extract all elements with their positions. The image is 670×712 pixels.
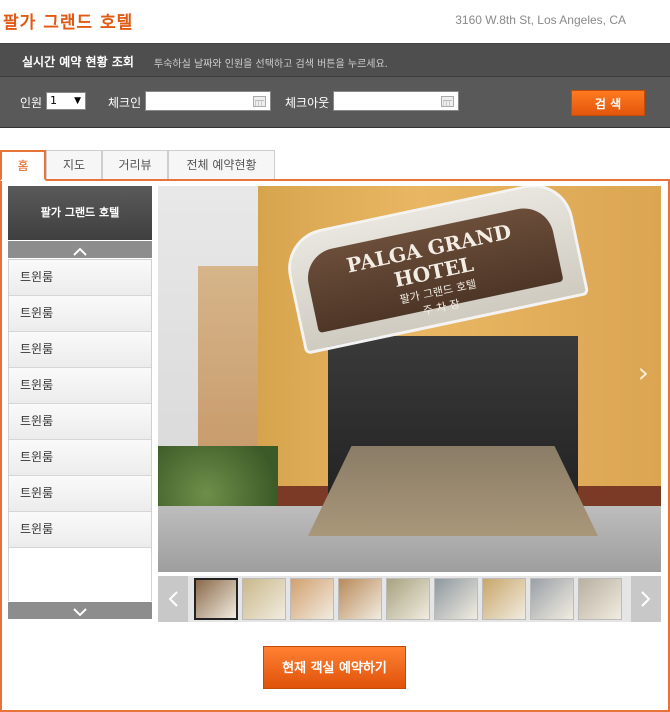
sidebar-heading: 팔가 그랜드 호텔 — [8, 186, 152, 240]
checkin-input[interactable] — [145, 91, 271, 111]
thumbnail[interactable] — [242, 578, 286, 620]
scroll-up-button[interactable] — [8, 241, 152, 258]
room-item[interactable]: 트윈룸 — [9, 404, 151, 440]
room-item[interactable]: 트윈룸 — [9, 440, 151, 476]
chevron-left-icon — [168, 591, 178, 607]
thumbnail[interactable] — [290, 578, 334, 620]
hotel-title: 팔가 그랜드 호텔 — [3, 13, 134, 33]
checkin-label: 체크인 — [108, 96, 142, 110]
chevron-down-icon — [73, 608, 87, 617]
room-list: 트윈룸 트윈룸 트윈룸 트윈룸 트윈룸 트윈룸 트윈룸 트윈룸 — [8, 259, 152, 548]
guests-select[interactable]: 1 ▼ — [46, 92, 86, 110]
calendar-icon[interactable] — [253, 96, 266, 107]
chevron-up-icon — [73, 247, 87, 256]
calendar-icon[interactable] — [441, 96, 454, 107]
room-item[interactable]: 트윈룸 — [9, 332, 151, 368]
room-item[interactable]: 트윈룸 — [9, 260, 151, 296]
scroll-down-button[interactable] — [8, 602, 152, 619]
hotel-address: 3160 W.8th St, Los Angeles, CA — [455, 13, 626, 27]
chevron-right-icon — [641, 591, 651, 607]
next-photo-icon[interactable]: › — [638, 356, 649, 389]
guests-label: 인원 — [20, 96, 43, 110]
room-item[interactable]: 트윈룸 — [9, 368, 151, 404]
room-item[interactable]: 트윈룸 — [9, 512, 151, 548]
thumbnail[interactable] — [434, 578, 478, 620]
thumbnail[interactable] — [482, 578, 526, 620]
search-button[interactable]: 검 색 — [571, 90, 645, 116]
thumbnail[interactable] — [578, 578, 622, 620]
checkout-input[interactable] — [333, 91, 459, 111]
tab-map[interactable]: 지도 — [46, 150, 102, 180]
tab-street-view[interactable]: 거리뷰 — [102, 150, 168, 180]
thumbnail[interactable] — [386, 578, 430, 620]
dropdown-arrow-icon: ▼ — [74, 96, 81, 106]
search-hint: 투숙하실 날짜와 인원을 선택하고 검색 버튼을 누르세요. — [154, 59, 388, 70]
thumb-prev-button[interactable] — [158, 576, 188, 622]
thumbnail-strip — [158, 576, 661, 622]
room-list-empty — [8, 547, 152, 601]
tab-all-reservations[interactable]: 전체 예약현황 — [168, 150, 275, 180]
guests-value: 1 — [50, 94, 57, 107]
thumbnail[interactable] — [530, 578, 574, 620]
book-room-button[interactable]: 현재 객실 예약하기 — [263, 646, 406, 689]
tab-home[interactable]: 홈 — [0, 150, 46, 181]
room-item[interactable]: 트윈룸 — [9, 476, 151, 512]
search-title: 실시간 예약 현황 조회 — [22, 55, 134, 69]
thumb-next-button[interactable] — [631, 576, 661, 622]
checkout-label: 체크아웃 — [285, 96, 330, 110]
thumbnail[interactable] — [338, 578, 382, 620]
thumbnail[interactable] — [194, 578, 238, 620]
room-item[interactable]: 트윈룸 — [9, 296, 151, 332]
hotel-photo: PALGA GRAND HOTEL 팔가 그랜드 호텔 주 차 장 › — [158, 186, 661, 572]
search-bar: 실시간 예약 현황 조회 투숙하실 날짜와 인원을 선택하고 검색 버튼을 누르… — [0, 43, 670, 128]
